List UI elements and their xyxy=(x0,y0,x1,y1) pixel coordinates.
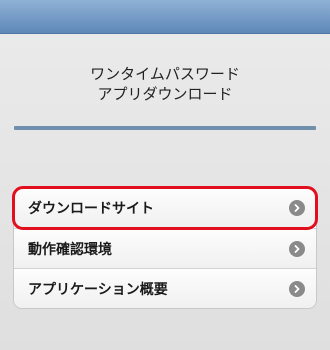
menu-list: ダウンロードサイト 動作確認環境 アプリケーション概要 xyxy=(12,186,318,309)
menu-item-label: ダウンロードサイト xyxy=(28,201,154,217)
page-title-line-1: ワンタイムパスワード xyxy=(90,65,240,83)
page-title-line-2: アプリダウンロード xyxy=(97,85,233,103)
chevron-right-icon xyxy=(289,281,305,297)
chevron-right-icon xyxy=(289,241,305,257)
menu-item-operating-environment[interactable]: 動作確認環境 xyxy=(14,228,316,268)
menu-item-label: 動作確認環境 xyxy=(28,241,112,258)
title-divider xyxy=(14,126,316,130)
menu-item-label: アプリケーション概要 xyxy=(28,281,168,298)
menu-item-download-site[interactable]: ダウンロードサイト xyxy=(12,186,318,230)
chevron-right-icon xyxy=(289,200,305,216)
menu-item-application-overview[interactable]: アプリケーション概要 xyxy=(14,268,316,308)
app-screen: ワンタイムパスワード アプリダウンロード ダウンロードサイト 動作確認環境 アプ… xyxy=(0,0,330,350)
page-title: ワンタイムパスワード アプリダウンロード xyxy=(0,64,330,104)
top-bar xyxy=(0,0,330,34)
